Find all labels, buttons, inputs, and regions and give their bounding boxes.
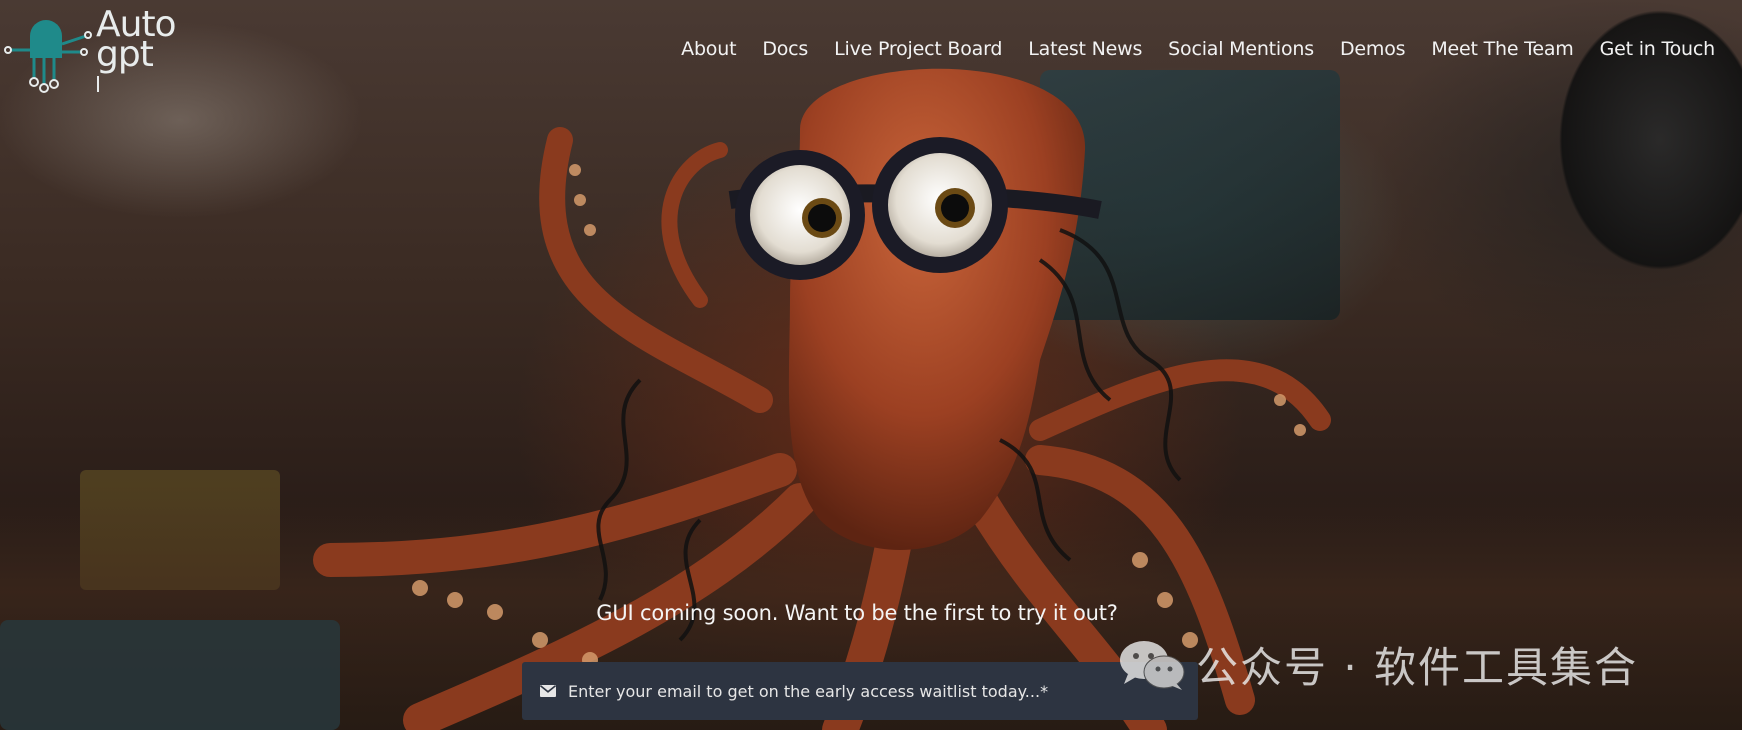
background-monitor [1040,70,1340,320]
nav-link-latest-news[interactable]: Latest News [1028,38,1142,60]
main-navigation: About Docs Live Project Board Latest New… [681,38,1715,60]
page: Auto gpt About Docs Live Project Board L… [0,0,1742,730]
nav-link-about[interactable]: About [681,38,736,60]
nav-link-demos[interactable]: Demos [1340,38,1406,60]
autogpt-logo[interactable]: Auto gpt [4,6,194,96]
nav-link-live-project-board[interactable]: Live Project Board [834,38,1002,60]
wechat-icon [1120,640,1185,690]
cta-heading: GUI coming soon. Want to be the first to… [596,601,1118,625]
email-waitlist-form [522,662,1198,720]
envelope-icon [538,681,558,701]
octopus-circuit-logo-icon [4,20,99,93]
nav-link-social-mentions[interactable]: Social Mentions [1168,38,1314,60]
wechat-watermark: 公众号 · 软件工具集合 [1118,634,1638,695]
logo-wordmark: Auto gpt [96,7,177,73]
background-device [0,620,340,730]
email-input[interactable] [568,662,1198,720]
watermark-text: 公众号 · 软件工具集合 [1196,643,1639,692]
nav-link-docs[interactable]: Docs [762,38,808,60]
nav-link-meet-the-team[interactable]: Meet The Team [1431,38,1573,60]
nav-link-get-in-touch[interactable]: Get in Touch [1600,38,1716,60]
